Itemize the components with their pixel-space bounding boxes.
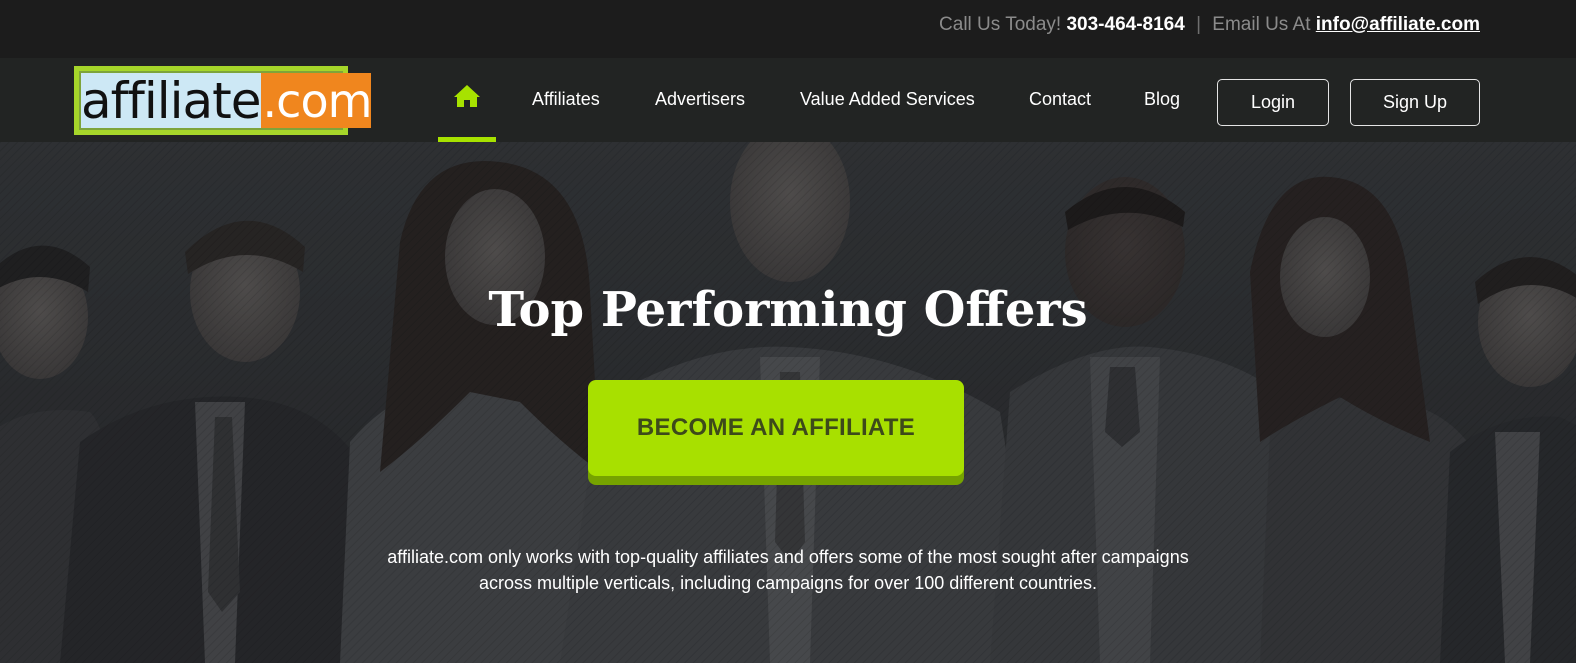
nav-item-affiliates[interactable]: Affiliates [532,89,600,110]
become-affiliate-button[interactable]: BECOME AN AFFILIATE [588,380,964,476]
hero-section: Top Performing Offers BECOME AN AFFILIAT… [0,142,1576,663]
top-contact-bar: Call Us Today! 303-464-8164 | Email Us A… [0,0,1576,58]
nav-item-advertisers[interactable]: Advertisers [655,89,745,110]
hero-description-line-1: affiliate.com only works with top-qualit… [387,547,1189,567]
main-navbar: affiliate .com Affiliates Advertisers Va… [0,58,1576,142]
hero-description-line-2: across multiple verticals, including cam… [479,573,1097,593]
home-icon [454,85,480,107]
site-logo[interactable]: affiliate .com [74,66,372,135]
nav-home-link[interactable] [438,58,496,142]
contact-info: Call Us Today! 303-464-8164 | Email Us A… [939,14,1480,36]
email-label: Email Us At [1212,14,1311,35]
phone-number[interactable]: 303-464-8164 [1066,14,1184,35]
nav-item-contact[interactable]: Contact [1029,89,1091,110]
logo-frame: affiliate .com [79,71,372,130]
nav-item-blog[interactable]: Blog [1144,89,1180,110]
hero-description: affiliate.com only works with top-qualit… [0,544,1576,596]
call-label: Call Us Today! [939,14,1062,35]
signup-button[interactable]: Sign Up [1350,79,1480,126]
separator: | [1196,14,1202,35]
hero-title: Top Performing Offers [488,282,1088,338]
nav-item-value-added-services[interactable]: Value Added Services [800,89,975,110]
email-link[interactable]: info@affiliate.com [1316,14,1480,35]
logo-text-com: .com [260,73,372,128]
login-button[interactable]: Login [1217,79,1329,126]
logo-text-affiliate: affiliate [81,71,262,130]
